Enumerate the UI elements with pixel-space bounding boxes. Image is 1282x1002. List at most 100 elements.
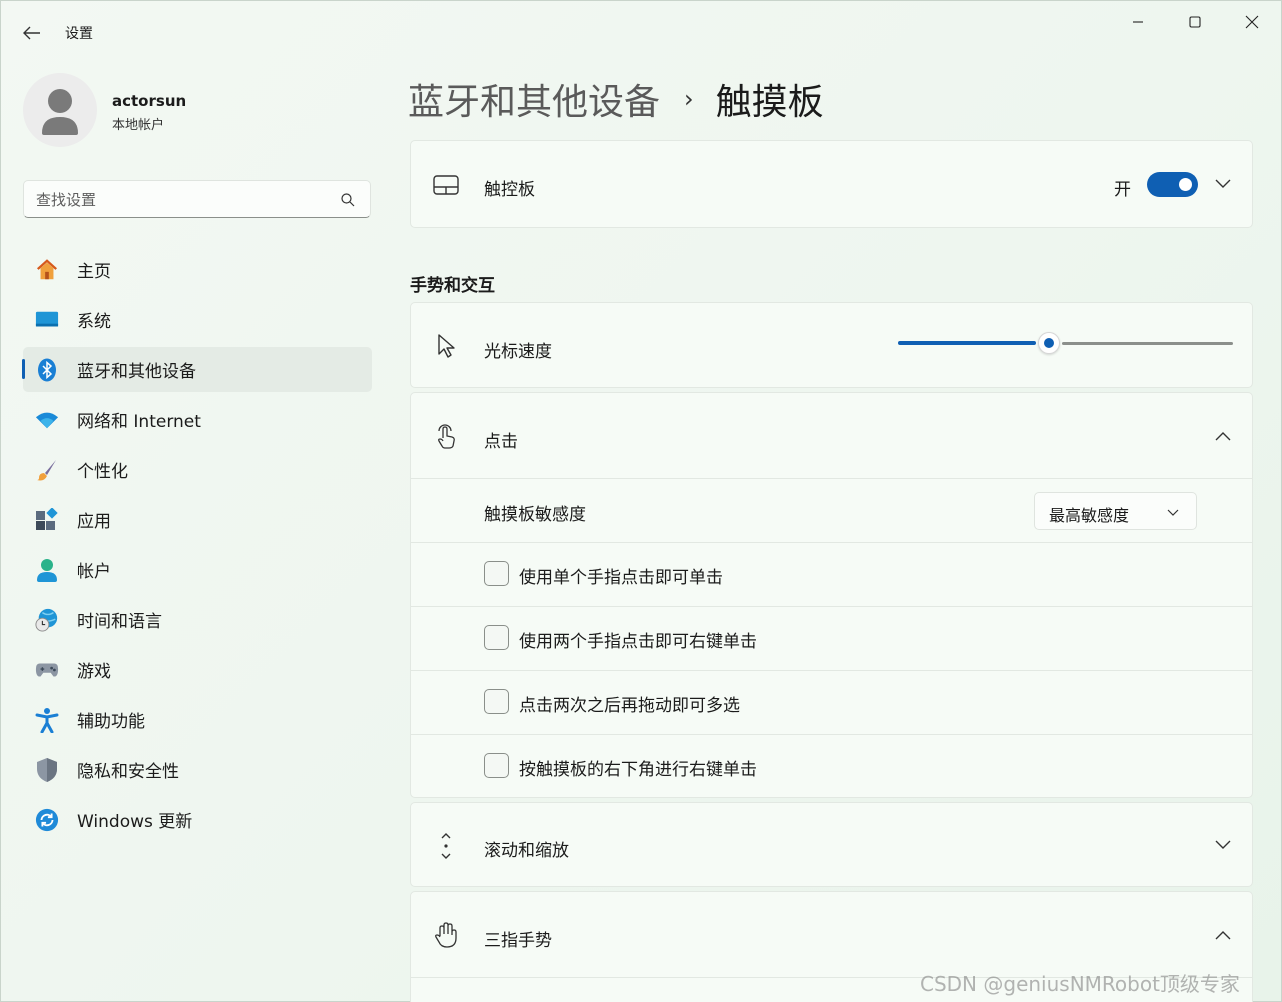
shield-icon	[35, 758, 59, 782]
sidebar-item-privacy[interactable]: 隐私和安全性	[23, 747, 372, 792]
minimize-button[interactable]	[1115, 9, 1161, 35]
sidebar-item-label: 帐户	[77, 562, 111, 582]
close-button[interactable]	[1229, 9, 1275, 35]
sidebar-item-gaming[interactable]: 游戏	[23, 647, 372, 692]
sidebar-item-label: 隐私和安全性	[77, 762, 179, 782]
sidebar-item-label: 应用	[77, 512, 111, 532]
sidebar-item-time-language[interactable]: 时间和语言	[23, 597, 372, 642]
sidebar-item-label: Windows 更新	[77, 812, 193, 832]
search-icon[interactable]	[340, 192, 356, 208]
breadcrumb-separator: ›	[684, 85, 694, 113]
cursor-speed-label: 光标速度	[484, 342, 552, 362]
account-icon	[35, 558, 59, 582]
minimize-icon	[1133, 21, 1143, 23]
three-finger-label: 三指手势	[484, 931, 552, 951]
sidebar-item-accounts[interactable]: 帐户	[23, 547, 372, 592]
tap-option-row[interactable]: 使用两个手指点击即可右键单击	[411, 607, 1252, 670]
close-icon	[1245, 15, 1259, 29]
three-finger-header[interactable]: 三指手势	[411, 892, 1252, 977]
watermark: CSDN @geniusNMRobot顶级专家	[920, 972, 1240, 996]
sidebar-item-system[interactable]: 系统	[23, 297, 372, 342]
page-title: 触摸板	[715, 82, 824, 123]
title-bar: 设置	[1, 1, 1281, 63]
sidebar-item-label: 辅助功能	[77, 712, 145, 732]
sidebar-item-label: 游戏	[77, 662, 111, 682]
toggle-state-label: 开	[1114, 180, 1131, 200]
tap-option-row[interactable]: 按触摸板的右下角进行右键单击	[411, 735, 1252, 798]
sidebar-item-label: 系统	[77, 312, 111, 332]
app-title: 设置	[65, 26, 93, 42]
hand-icon	[433, 922, 459, 948]
apps-icon	[35, 508, 59, 532]
update-icon	[35, 808, 59, 832]
account-type: 本地帐户	[112, 118, 165, 133]
double-tap-drag-checkbox[interactable]	[484, 689, 509, 714]
search-input[interactable]	[36, 188, 336, 212]
checkbox-label: 点击两次之后再拖动即可多选	[519, 696, 740, 716]
scroll-zoom-label: 滚动和缩放	[484, 841, 569, 861]
chevron-up-icon[interactable]	[1214, 427, 1232, 445]
person-icon	[42, 89, 78, 135]
sidebar-item-label: 网络和 Internet	[77, 412, 201, 432]
slider-track-empty	[1062, 342, 1233, 345]
bluetooth-icon	[35, 358, 59, 382]
avatar[interactable]	[23, 73, 97, 147]
chevron-down-icon[interactable]	[1214, 836, 1232, 854]
settings-window: 设置 actorsun 本地帐户 主页	[0, 0, 1282, 1002]
sidebar-item-network[interactable]: 网络和 Internet	[23, 397, 372, 442]
taps-header[interactable]: 点击	[411, 393, 1252, 478]
brush-icon	[35, 458, 59, 482]
cursor-icon	[433, 333, 459, 359]
touchpad-label: 触控板	[484, 180, 535, 200]
touchpad-toggle[interactable]	[1147, 172, 1198, 197]
back-button[interactable]	[19, 21, 45, 45]
sidebar-item-bluetooth[interactable]: 蓝牙和其他设备	[22, 347, 372, 392]
taps-label: 点击	[484, 432, 518, 452]
sidebar-nav: 主页 系统 蓝牙和其他设备 网络和 Internet 个性化 应用 帐户 时间和…	[22, 247, 372, 847]
sidebar-item-label: 时间和语言	[77, 612, 162, 632]
sidebar-item-label: 个性化	[77, 462, 128, 482]
sidebar-item-home[interactable]: 主页	[23, 247, 372, 292]
sidebar-item-accessibility[interactable]: 辅助功能	[23, 697, 372, 742]
maximize-button[interactable]	[1172, 9, 1218, 35]
tap-hand-icon	[433, 424, 459, 450]
maximize-icon	[1189, 16, 1201, 28]
toggle-knob	[1179, 178, 1192, 191]
sensitivity-dropdown[interactable]: 最高敏感度	[1034, 492, 1197, 530]
section-title: 手势和交互	[410, 276, 495, 296]
search-box[interactable]	[23, 180, 371, 218]
checkbox-label: 使用两个手指点击即可右键单击	[519, 632, 757, 652]
globe-clock-icon	[35, 608, 59, 632]
sidebar-item-label: 蓝牙和其他设备	[77, 362, 196, 382]
chevron-down-icon[interactable]	[1214, 175, 1232, 193]
home-icon	[35, 258, 59, 282]
sensitivity-row: 触摸板敏感度 最高敏感度	[411, 479, 1252, 542]
sidebar-item-personalization[interactable]: 个性化	[23, 447, 372, 492]
chevron-up-icon[interactable]	[1214, 926, 1232, 944]
two-finger-tap-checkbox[interactable]	[484, 625, 509, 650]
wifi-icon	[35, 408, 59, 432]
breadcrumb: 蓝牙和其他设备 › 触摸板	[408, 73, 824, 125]
slider-thumb[interactable]	[1038, 332, 1060, 354]
single-finger-tap-checkbox[interactable]	[484, 561, 509, 586]
scroll-icon	[433, 833, 459, 859]
sidebar-item-label: 主页	[77, 262, 111, 282]
system-icon	[35, 308, 59, 332]
chevron-down-icon	[1167, 509, 1179, 516]
bottom-right-click-checkbox[interactable]	[484, 753, 509, 778]
scroll-zoom-card[interactable]: 滚动和缩放	[410, 802, 1253, 887]
tap-option-row[interactable]: 点击两次之后再拖动即可多选	[411, 671, 1252, 734]
taps-card: 点击 触摸板敏感度 最高敏感度 使用单个手指点击即可单击 使用两个手指点击即可右…	[410, 392, 1253, 798]
sidebar-item-windows-update[interactable]: Windows 更新	[23, 797, 372, 842]
accessibility-icon	[35, 708, 59, 733]
touchpad-card[interactable]: 触控板 开	[410, 140, 1253, 228]
cursor-speed-slider[interactable]	[898, 332, 1233, 354]
tap-option-row[interactable]: 使用单个手指点击即可单击	[411, 543, 1252, 606]
breadcrumb-parent[interactable]: 蓝牙和其他设备	[408, 73, 660, 125]
touchpad-icon	[433, 172, 459, 198]
slider-track-filled	[898, 341, 1036, 345]
arrow-left-icon	[23, 26, 40, 40]
sidebar-item-apps[interactable]: 应用	[23, 497, 372, 542]
dropdown-value: 最高敏感度	[1049, 506, 1130, 525]
gamepad-icon	[35, 658, 59, 682]
